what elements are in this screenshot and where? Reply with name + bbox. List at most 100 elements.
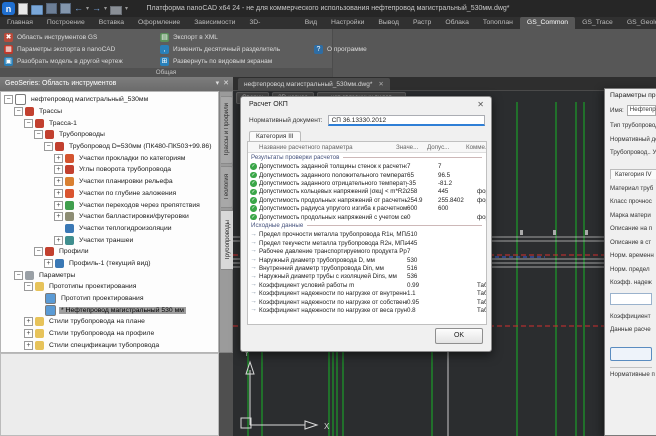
redo-icon[interactable]: → (92, 4, 101, 13)
document-tab[interactable]: нефтепровод магистральный_530мм.dwg* ✕ (238, 78, 390, 90)
vertical-tab-геология[interactable]: Геология (221, 166, 233, 208)
right-panel-button[interactable] (610, 347, 652, 361)
tree-expander-icon[interactable]: − (24, 119, 33, 128)
ribbon-tab-зависимости[interactable]: Зависимости (187, 17, 242, 29)
dialog-close-icon[interactable]: ✕ (477, 97, 484, 112)
tree-expander-icon[interactable]: + (54, 165, 63, 174)
tree-expander-icon[interactable]: − (44, 142, 53, 151)
ribbon-tab-облака-точек[interactable]: Облака точек (438, 17, 476, 29)
table-row[interactable]: →Внутренний диаметр трубопровода Din, мм… (248, 264, 486, 272)
decimal-separator-command[interactable]: ,Изменить десятичный разделитель (160, 43, 308, 55)
ribbon-tab-вид[interactable]: Вид (298, 17, 324, 29)
customize-dropdown-icon[interactable]: ▾ (125, 6, 128, 12)
tree-expander-icon[interactable]: − (4, 95, 13, 104)
ok-button[interactable]: OK (435, 328, 483, 344)
tree-item[interactable]: +Профиль-1 (текущий вид) (1, 258, 218, 270)
tree-item[interactable]: +Стили спецификации тубопровода (1, 339, 218, 351)
tree-item[interactable]: −Профили (1, 246, 218, 258)
tree-expander-icon[interactable]: + (54, 212, 63, 221)
ribbon-tab-оформление[interactable]: Оформление (131, 17, 187, 29)
table-row[interactable]: →Предел текучести металла трубопровода R… (248, 239, 486, 247)
undo-dropdown-icon[interactable]: ▾ (86, 6, 89, 12)
tree-item[interactable]: −Трубопровод D=530мм (ПК480-ПК503+99.86) (1, 141, 218, 153)
tree-item[interactable]: * Нефтепровод магистральный 530 мм (1, 304, 218, 316)
tree-expander-icon[interactable]: + (44, 259, 53, 268)
table-row[interactable]: ✓Допустимость заданной толщины стенок к … (248, 163, 486, 171)
tree-item[interactable]: +Стили трубопровода на профиле (1, 328, 218, 340)
save-file-icon[interactable] (46, 3, 57, 14)
tree-item[interactable]: +Участки переходов через препятствия (1, 199, 218, 211)
category-iv-tab[interactable]: Категория IV (610, 169, 656, 179)
tree-item[interactable]: +Участки траншеи (1, 234, 218, 246)
tree-item[interactable]: −Трасса-1 (1, 117, 218, 129)
tree-item[interactable]: Участки теплогидроизоляции (1, 223, 218, 235)
ribbon-tab-gs_trace[interactable]: GS_Trace (575, 17, 620, 29)
tree-item[interactable]: −Параметры (1, 269, 218, 281)
table-row[interactable]: ✓Допустимость заданного отрицательного т… (248, 179, 486, 187)
table-row[interactable]: →Коэффициент условий работы m0.99Табл. 1… (248, 281, 486, 289)
ribbon-tab-gs_geology[interactable]: GS_Geology (620, 17, 656, 29)
tree-expander-icon[interactable]: + (54, 189, 63, 198)
new-file-icon[interactable] (18, 3, 28, 15)
right-panel-input[interactable] (610, 293, 652, 305)
tree-item[interactable]: −Трубопроводы (1, 129, 218, 141)
ribbon-tab-вывод[interactable]: Вывод (371, 17, 406, 29)
nanocad-logo-icon[interactable]: n (2, 2, 15, 15)
tree-item[interactable]: +Участки планировки рельефа (1, 176, 218, 188)
undo-icon[interactable]: ← (74, 4, 83, 13)
tool-palette-command[interactable]: ✖Область инструментов GS (4, 31, 154, 43)
explode-model-command[interactable]: ▣Разобрать модель в другой чертеж (4, 55, 154, 67)
panel-pin-icon[interactable]: ▾ (216, 77, 220, 91)
category-tab[interactable]: Категория III (249, 131, 301, 141)
vertical-tab-трассы-и-профили[interactable]: Трассы и Профили (221, 96, 233, 164)
tree-expander-icon[interactable]: + (24, 341, 33, 350)
ribbon-tab-построение[interactable]: Построение (40, 17, 92, 29)
tree-expander-icon[interactable]: − (34, 247, 43, 256)
redo-dropdown-icon[interactable]: ▾ (104, 6, 107, 12)
open-file-icon[interactable] (31, 5, 43, 15)
table-row[interactable]: →Коэффициент надежности по нагрузке от в… (248, 306, 486, 314)
save-all-icon[interactable] (60, 3, 71, 14)
table-row[interactable]: →Рабочее давление транспортируемого прод… (248, 248, 486, 256)
tree-expander-icon[interactable]: − (14, 107, 23, 116)
ribbon-tab-настройки[interactable]: Настройки (324, 17, 371, 29)
ribbon-tab-gs_common[interactable]: GS_Common (520, 17, 575, 29)
tree-item[interactable]: +Углы поворота трубопровода (1, 164, 218, 176)
tree-item[interactable]: +Стили трубопровода на плане (1, 316, 218, 328)
table-row[interactable]: ✓Допустимость заданного положительного т… (248, 171, 486, 179)
table-row[interactable]: ✓Допустимость продольных напряжений от р… (248, 196, 486, 204)
tree-item[interactable]: Прототип проектирования (1, 293, 218, 305)
table-row[interactable]: ✓Допустимость радиуса упругого изгиба к … (248, 204, 486, 212)
tree-expander-icon[interactable]: + (24, 317, 33, 326)
tree-expander-icon[interactable]: − (14, 271, 23, 280)
tree-expander-icon[interactable]: − (24, 282, 33, 291)
about-command[interactable]: ?О программе (314, 43, 384, 55)
export-xml-command[interactable]: ▤Экспорт в XML (160, 31, 308, 43)
export-settings-command[interactable]: ▦Параметры экспорта в nanoCAD (4, 43, 154, 55)
tree-item[interactable]: −Трассы (1, 106, 218, 118)
table-row[interactable]: →Коэффициент надежности по нагрузке от в… (248, 289, 486, 297)
ribbon-tab-топоплан[interactable]: Топоплан (476, 17, 520, 29)
tree-item[interactable]: −Прототипы проектирования (1, 281, 218, 293)
ribbon-tab-3d-инструменты[interactable]: 3D-инструменты (242, 17, 297, 29)
document-tab-close-icon[interactable]: ✕ (378, 80, 383, 88)
panel-close-icon[interactable]: ✕ (223, 77, 229, 91)
tree-item[interactable]: −нефтепровод магистральный_530мм (1, 94, 218, 106)
ribbon-tab-главная[interactable]: Главная (0, 17, 40, 29)
tree-expander-icon[interactable]: − (34, 130, 43, 139)
table-row[interactable]: →Предел прочности металла трубопровода R… (248, 231, 486, 239)
print-icon[interactable] (110, 6, 122, 15)
tree-item[interactable]: +Участки по глубине заложения (1, 188, 218, 200)
tree-item[interactable]: +Участки балластировки/футеровки (1, 211, 218, 223)
table-row[interactable]: →Наружный диаметр трубопровода D, мм530 (248, 256, 486, 264)
table-row[interactable]: →Коэффициент надежности по нагрузке от с… (248, 298, 486, 306)
tree-expander-icon[interactable]: + (24, 329, 33, 338)
normative-bottom-bar[interactable]: Нормативные п (610, 367, 652, 378)
table-row[interactable]: ✓Допустимость продольных напряжений с уч… (248, 213, 486, 221)
table-row[interactable]: ✓Допустимость кольцевых напряжений |σкц|… (248, 188, 486, 196)
tree-expander-icon[interactable]: + (54, 201, 63, 210)
norm-doc-input[interactable]: СП 36.13330.2012 (328, 115, 485, 126)
ribbon-tab-растр[interactable]: Растр (406, 17, 438, 29)
tree-item[interactable]: +Участки прокладки по категориям (1, 152, 218, 164)
name-input[interactable]: Нефтепр (627, 105, 656, 116)
